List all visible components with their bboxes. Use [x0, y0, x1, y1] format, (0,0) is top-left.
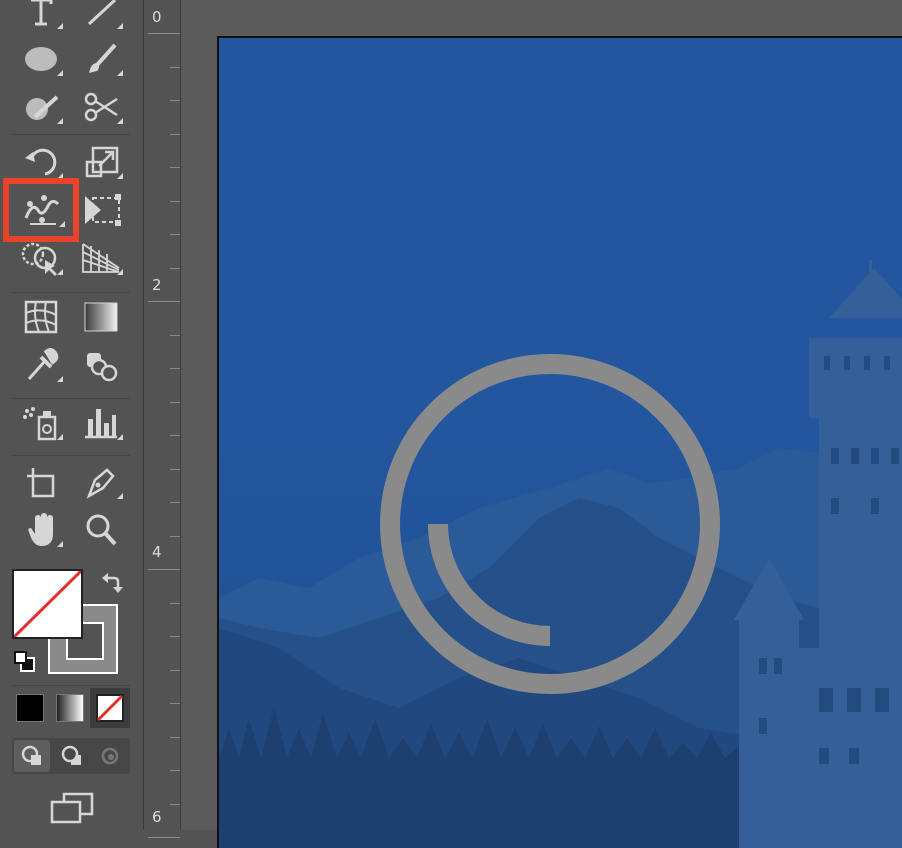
none-mode-button[interactable]: [90, 688, 130, 728]
selected-tool-highlight: [3, 178, 79, 242]
zoom-tool-icon[interactable]: [76, 508, 126, 552]
ruler-tick: [170, 435, 180, 436]
shape-builder-tool-icon[interactable]: [16, 236, 66, 280]
ruler-tick: [170, 335, 180, 336]
ruler-tick: [170, 167, 180, 168]
tools-panel: [0, 0, 143, 830]
ruler-tick: [170, 402, 180, 403]
paintbrush-tool-icon[interactable]: [76, 37, 126, 81]
ruler-tick: [170, 703, 180, 704]
shaper-tool-icon[interactable]: [16, 85, 66, 129]
hand-tool-icon[interactable]: [16, 508, 66, 552]
ruler-tick: [170, 536, 180, 537]
draw-behind-button[interactable]: [54, 740, 90, 772]
fill-swatch[interactable]: [12, 569, 83, 639]
column-graph-tool-icon[interactable]: [76, 401, 126, 445]
ruler-label: 6: [152, 808, 162, 826]
perspective-grid-tool-icon[interactable]: [76, 236, 126, 280]
ruler-tick: [170, 737, 180, 738]
change-screen-mode-icon[interactable]: [48, 790, 96, 830]
ruler-label: 4: [152, 543, 162, 561]
free-transform-tool-icon[interactable]: [76, 188, 126, 232]
ruler-tick: [170, 636, 180, 637]
scissors-tool-icon[interactable]: [76, 85, 126, 129]
ruler-tick: [148, 301, 180, 302]
ruler-tick: [170, 469, 180, 470]
ruler-tick: [148, 837, 180, 838]
ruler-tick: [170, 201, 180, 202]
ruler-tick: [170, 134, 180, 135]
gradient-mode-button[interactable]: [52, 690, 88, 726]
ruler-tick: [170, 670, 180, 671]
ruler-tick: [170, 502, 180, 503]
ellipse-tool-icon[interactable]: [16, 37, 66, 81]
ruler-tick: [148, 569, 180, 570]
ruler-tick: [170, 234, 180, 235]
artboard-tool-icon[interactable]: [16, 460, 66, 504]
line-segment-tool-icon[interactable]: [76, 0, 126, 34]
ruler-tick: [170, 67, 180, 68]
ruler-label: 0: [152, 8, 162, 26]
ruler-tick: [170, 770, 180, 771]
ruler-label: 2: [152, 276, 162, 294]
vertical-ruler[interactable]: 0 2 4 6: [143, 0, 181, 838]
ruler-tick: [170, 804, 180, 805]
ruler-tick: [170, 268, 180, 269]
fill-stroke-controls: [0, 560, 143, 700]
ruler-tick: [170, 100, 180, 101]
scale-tool-icon[interactable]: [76, 140, 126, 184]
symbol-sprayer-tool-icon[interactable]: [16, 401, 66, 445]
ruler-tick: [170, 603, 180, 604]
color-mode-button[interactable]: [12, 690, 48, 726]
document-canvas[interactable]: [181, 0, 902, 848]
artboard[interactable]: [217, 36, 902, 848]
default-fill-stroke-icon[interactable]: [13, 650, 37, 678]
ruler-tick: [170, 368, 180, 369]
loading-spinner-icon: [380, 354, 720, 694]
eyedropper-tool-icon[interactable]: [16, 343, 66, 387]
pen-tool-icon[interactable]: [76, 460, 126, 504]
ruler-tick: [148, 33, 180, 34]
swap-fill-stroke-icon[interactable]: [100, 572, 124, 598]
mesh-tool-icon[interactable]: [16, 295, 66, 339]
draw-inside-button[interactable]: [92, 740, 128, 772]
draw-normal-button[interactable]: [14, 740, 50, 772]
blend-tool-icon[interactable]: [76, 343, 126, 387]
type-tool-icon[interactable]: [16, 0, 66, 34]
gradient-tool-icon[interactable]: [76, 295, 126, 339]
